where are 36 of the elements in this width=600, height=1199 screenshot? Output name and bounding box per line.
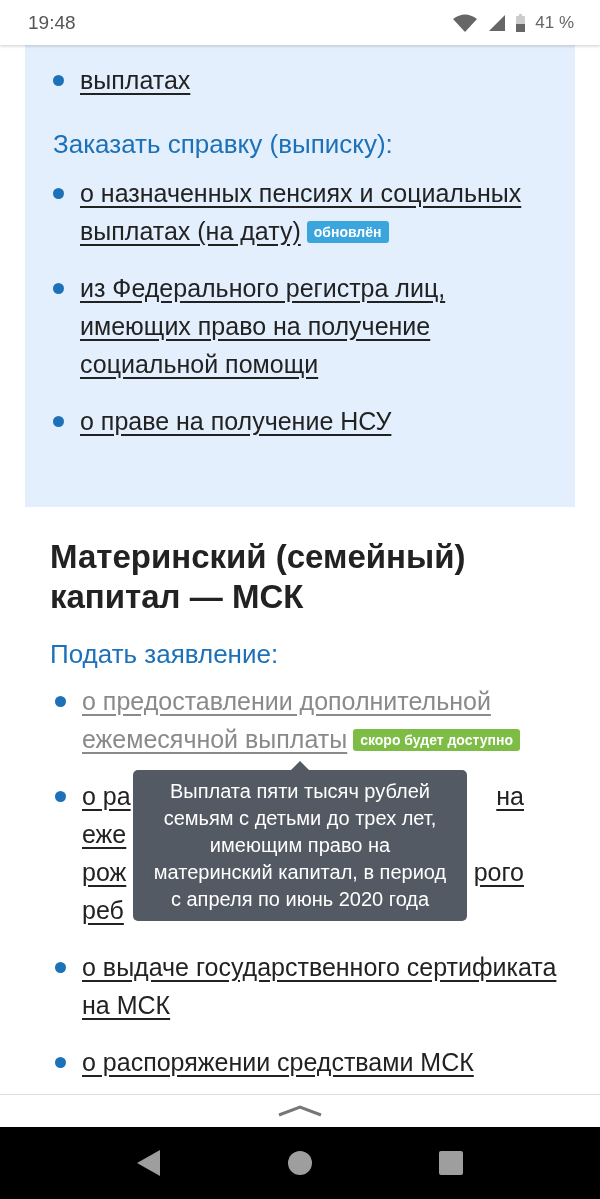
link[interactable]: из Федерального регистра лиц, имеющих право на получение социальной помощи <box>80 269 551 383</box>
bullet-icon <box>53 416 64 427</box>
link-fragment[interactable]: рож <box>82 853 127 891</box>
link-fragment[interactable]: на <box>496 777 524 815</box>
tooltip: Выплата пяти тысяч рублей семьям с детьми до трех лет, имеющим право на материнский капитал, в период с апреля по июнь 2020 года <box>133 770 467 921</box>
bullet-icon <box>55 696 66 707</box>
subheading: Заказать справку (выписку): <box>53 129 394 160</box>
recents-icon[interactable] <box>438 1150 464 1176</box>
link-fragment[interactable]: рого <box>473 853 524 891</box>
back-icon[interactable] <box>136 1149 162 1177</box>
battery-percent: 41 % <box>535 12 574 33</box>
link[interactable]: о выдаче государственного сертификата на МСК <box>82 948 576 1024</box>
link[interactable]: о назначенных пенсиях и социальных выплатах (на дату) обновлён <box>80 174 551 250</box>
chevron-up-icon[interactable] <box>277 1105 323 1117</box>
tooltip-arrow <box>291 761 309 770</box>
link[interactable]: о праве на получение НСУ <box>80 402 551 440</box>
battery-icon <box>516 13 526 32</box>
signal-icon <box>488 13 507 32</box>
home-icon[interactable] <box>287 1150 313 1176</box>
bullet-icon <box>53 75 64 86</box>
wifi-icon <box>452 12 479 33</box>
section-title: Материнский (семейный) капитал — МСК <box>50 537 467 617</box>
link[interactable]: о распоряжении средствами МСК <box>82 1043 576 1081</box>
clock-time: 19:48 <box>28 11 76 34</box>
subheading: Подать заявление: <box>50 639 280 670</box>
bullet-icon <box>55 791 66 802</box>
status-badge: скоро будет доступно <box>353 729 520 751</box>
link[interactable]: выплатах <box>80 61 551 99</box>
bullet-icon <box>53 283 64 294</box>
status-badge: обновлён <box>306 221 389 243</box>
link-fragment[interactable]: реб <box>82 891 124 929</box>
link-fragment[interactable]: о ра <box>82 777 131 815</box>
bullet-icon <box>53 188 64 199</box>
link-fragment[interactable]: еже <box>82 815 127 853</box>
bullet-icon <box>55 962 66 973</box>
bullet-icon <box>55 1057 66 1068</box>
